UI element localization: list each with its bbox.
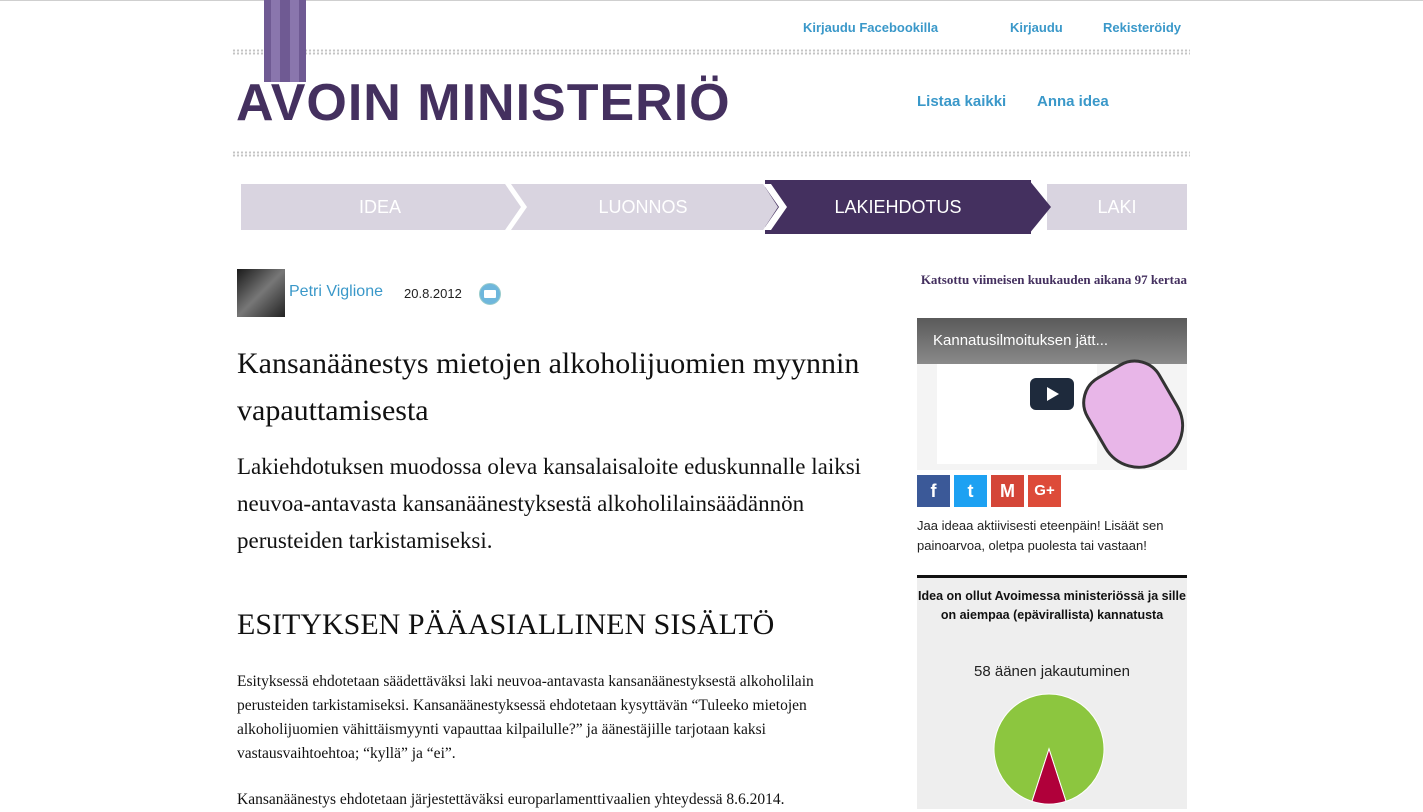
top-border: [0, 0, 1423, 1]
video-player[interactable]: Kannatusilmoituksen jätt...: [917, 318, 1187, 470]
step-label: LAKI: [1097, 197, 1137, 217]
mail-icon[interactable]: [479, 283, 501, 305]
list-all-link[interactable]: Listaa kaikki: [917, 93, 1006, 110]
video-title: Kannatusilmoituksen jätt...: [933, 332, 1109, 349]
panel-heading: Idea on ollut Avoimessa ministeriössä ja…: [918, 589, 1186, 622]
vote-summary: 58 äänen jakautuminen: [974, 663, 1130, 680]
view-count: Katsottu viimeisen kuukauden aikana 97 k…: [920, 272, 1187, 287]
dotted-divider-bottom: [232, 151, 1190, 157]
gmail-icon[interactable]: M: [991, 475, 1024, 507]
vote-pie-chart: [993, 693, 1105, 805]
facebook-login-link[interactable]: Kirjaudu Facebookilla: [803, 20, 938, 35]
support-panel: Idea on ollut Avoimessa ministeriössä ja…: [917, 575, 1187, 809]
register-link[interactable]: Rekisteröidy: [1103, 20, 1181, 35]
login-link[interactable]: Kirjaudu: [1010, 20, 1063, 35]
author-name-link[interactable]: Petri Viglione: [289, 283, 383, 301]
main-content: Kansanäänestys mietojen alkoholijuomien …: [237, 340, 877, 812]
google-plus-icon[interactable]: G+: [1028, 475, 1061, 507]
step-label: IDEA: [358, 197, 401, 217]
dotted-divider-top: [232, 49, 1190, 55]
video-thumbnail: [937, 364, 1097, 464]
twitter-icon[interactable]: t: [954, 475, 987, 507]
submit-idea-link[interactable]: Anna idea: [1037, 93, 1109, 110]
play-button-icon[interactable]: [1030, 378, 1074, 410]
share-text: Jaa ideaa aktiivisesti eteenpäin! Lisäät…: [917, 518, 1164, 553]
body-paragraph: Kansanäänestys ehdotetaan järjestettäväk…: [237, 791, 785, 808]
facebook-icon[interactable]: f: [917, 475, 950, 507]
avatar[interactable]: [237, 269, 285, 317]
step-label: LAKIEHDOTUS: [834, 197, 962, 217]
step-label: LUONNOS: [598, 197, 688, 217]
pencil-logo-icon: [264, 0, 306, 82]
lead-paragraph: Lakiehdotuksen muodossa oleva kansalaisa…: [237, 454, 862, 553]
body-paragraph: Esityksessä ehdotetaan säädettäväksi lak…: [237, 673, 814, 762]
page-title: Kansanäänestys mietojen alkoholijuomien …: [237, 347, 860, 427]
post-date: 20.8.2012: [404, 286, 462, 301]
logo-text: AVOIN MINISTERIÖ: [236, 74, 731, 132]
progress-steps: IDEA LUONNOS LAKIEHDOTUS LAKI: [241, 180, 1187, 234]
section-heading: ESITYKSEN PÄÄASIALLINEN SISÄLTÖ: [237, 608, 775, 641]
